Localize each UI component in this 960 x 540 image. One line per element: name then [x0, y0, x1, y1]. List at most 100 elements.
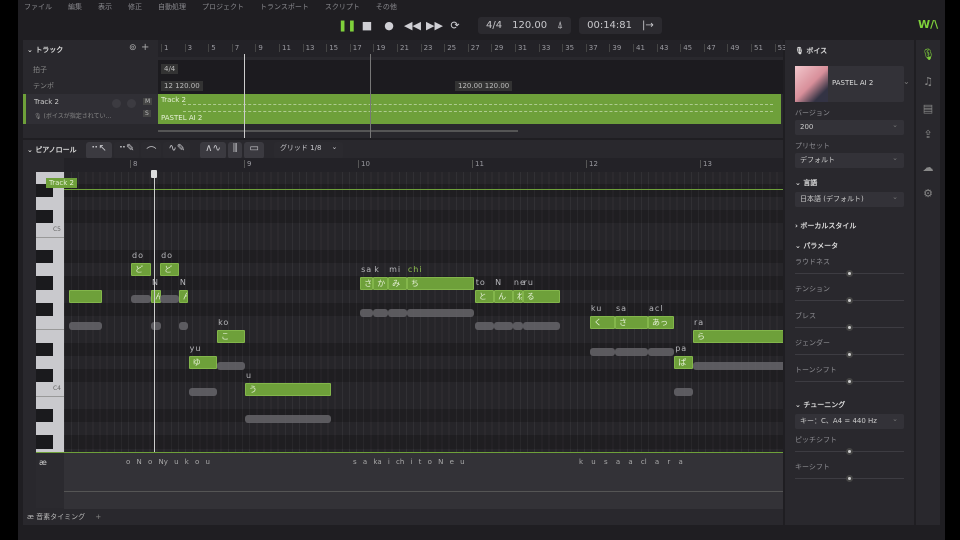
track-clip[interactable]: Track 2 PASTEL AI 2	[158, 94, 781, 124]
parameters-section[interactable]: ⌄ パラメータ	[795, 241, 914, 251]
note[interactable]: う	[245, 382, 332, 396]
parameter-slider[interactable]	[795, 323, 904, 332]
microphone-icon[interactable]: 🎙	[916, 48, 940, 61]
track-scrollbar[interactable]	[158, 130, 518, 132]
time-display[interactable]: 00:14:81 |→	[579, 17, 662, 34]
beat-marker[interactable]: 4/4	[161, 64, 179, 74]
volume-knob[interactable]	[112, 99, 121, 108]
menu-item[interactable]: その他	[376, 2, 397, 12]
follow-playhead-icon[interactable]: |→	[642, 20, 654, 31]
note[interactable]: と	[474, 289, 494, 303]
metronome-icon[interactable]: ⍋	[557, 20, 563, 31]
tempo-display[interactable]: 4/4 120.00 ⍋	[478, 17, 572, 34]
version-select[interactable]: 200	[795, 118, 904, 135]
tuning-section[interactable]: ⌄ チューニング	[795, 400, 914, 410]
pan-knob[interactable]	[127, 99, 136, 108]
note[interactable]: あっ	[648, 316, 675, 330]
track-panel-title[interactable]: ⌄ トラック	[27, 45, 63, 55]
mute-button[interactable]: M	[143, 98, 153, 105]
document-icon[interactable]: ▤	[916, 102, 940, 115]
note[interactable]: ぱ	[674, 356, 694, 369]
note[interactable]: ら	[693, 329, 783, 343]
stop-button[interactable]: ■	[360, 19, 374, 32]
note[interactable]: ん	[494, 289, 513, 303]
parameter-slider[interactable]	[795, 269, 904, 278]
menu-item[interactable]: スクリプト	[325, 2, 360, 12]
rewind-button[interactable]: ◀◀	[404, 19, 421, 32]
parameter-slider[interactable]	[795, 350, 904, 359]
preset-select[interactable]: デフォルト	[795, 151, 904, 168]
menu-item[interactable]: ファイル	[24, 2, 52, 12]
note[interactable]: さ	[614, 316, 648, 330]
slider-knob[interactable]	[845, 324, 853, 331]
slider-knob[interactable]	[845, 297, 853, 304]
vocal-style-section[interactable]: › ボーカルスタイル	[795, 221, 914, 231]
note[interactable]: ど	[131, 263, 151, 277]
note[interactable]: く	[589, 316, 615, 330]
black-key[interactable]	[36, 435, 53, 449]
track-settings-icon[interactable]: ⊚	[129, 43, 137, 53]
tempo-marker[interactable]: 12 120.00	[161, 81, 203, 91]
waveform-view-icon[interactable]: ⫼	[227, 142, 243, 159]
note[interactable]: こ	[217, 329, 245, 343]
cloud-icon[interactable]: ☁	[916, 161, 940, 174]
black-key[interactable]	[36, 249, 53, 264]
menu-item[interactable]: 修正	[128, 2, 142, 12]
playhead[interactable]	[244, 54, 245, 138]
parameter-slider[interactable]	[795, 447, 904, 456]
piano-roll-title[interactable]: ⌄ ピアノロール	[27, 145, 77, 155]
pitch-view-icon[interactable]: ∧∿	[200, 142, 226, 159]
parameter-slider[interactable]	[795, 296, 904, 305]
music-note-icon[interactable]: ♫	[916, 75, 940, 88]
solo-button[interactable]: S	[143, 110, 151, 117]
parameter-slider[interactable]	[795, 377, 904, 386]
loop-button[interactable]: ⟳	[448, 19, 462, 32]
select-tool-icon[interactable]: ⠒↖	[86, 142, 112, 159]
add-lane-button[interactable]: +	[95, 513, 101, 521]
phoneme-group[interactable]: s a ka i ch i t o N e u	[353, 458, 465, 466]
playhead-handle[interactable]	[151, 170, 157, 178]
menu-item[interactable]: 編集	[68, 2, 82, 12]
note[interactable]: る	[522, 289, 560, 303]
playhead[interactable]	[154, 172, 155, 452]
slider-knob[interactable]	[845, 378, 853, 385]
phoneme-lane[interactable]: æ o N o Ny u k o u s a ka i ch i t o N e…	[36, 452, 783, 509]
black-key[interactable]	[36, 302, 53, 317]
note[interactable]: さ	[360, 276, 374, 290]
fast-forward-button[interactable]: ▶▶	[426, 19, 443, 32]
pen-tool-icon[interactable]: ⠒✎	[113, 142, 140, 159]
pitch-curve-tool-icon[interactable]: ⌒	[141, 142, 162, 159]
note[interactable]: ち	[406, 276, 475, 290]
note[interactable]: ね	[512, 289, 524, 303]
note-grid[interactable]: どdoんNどdoんNゆyuこkoうuさsaかkみmiちchiとtoんNねneるr…	[64, 172, 783, 452]
phoneme-group[interactable]: k u s a a cl a r a	[579, 458, 683, 466]
tempo-marker[interactable]: 120.00 120.00	[455, 81, 513, 91]
track-header[interactable]: Track 2 🎙 (ボイスが指定されてい… M S	[23, 94, 158, 124]
slider-knob[interactable]	[845, 351, 853, 358]
menu-item[interactable]: 自動処理	[158, 2, 186, 12]
pitch-pen-tool-icon[interactable]: ∿✎	[163, 142, 191, 159]
gear-icon[interactable]: ⚙	[916, 187, 940, 200]
language-section[interactable]: ⌄ 言語	[795, 178, 914, 188]
add-track-button[interactable]: +	[141, 42, 149, 53]
note[interactable]: か	[373, 276, 389, 290]
slider-knob[interactable]	[845, 270, 853, 277]
grid-select[interactable]: グリッド 1/8 ⌄	[273, 142, 344, 159]
black-key[interactable]	[36, 276, 53, 290]
piano-keyboard[interactable]: C4 C5	[36, 172, 64, 452]
black-key[interactable]	[36, 210, 53, 224]
pause-button[interactable]: ❚❚	[338, 19, 356, 32]
language-select[interactable]: 日本語 (デフォルト)	[795, 190, 904, 207]
note[interactable]: ど	[160, 263, 180, 277]
panel-view-icon[interactable]: ▭	[244, 142, 264, 159]
export-icon[interactable]: ⇪	[916, 128, 940, 141]
piano-roll-ruler[interactable]: 8 9 10 11 12 13	[64, 158, 783, 172]
note[interactable]	[68, 289, 102, 303]
parameter-slider[interactable]	[795, 474, 904, 483]
menu-item[interactable]: プロジェクト	[202, 2, 244, 12]
record-button[interactable]: ●	[382, 19, 396, 32]
note[interactable]: ん	[178, 289, 188, 303]
note[interactable]: み	[388, 276, 407, 290]
slider-knob[interactable]	[845, 475, 853, 482]
black-key[interactable]	[36, 408, 53, 423]
